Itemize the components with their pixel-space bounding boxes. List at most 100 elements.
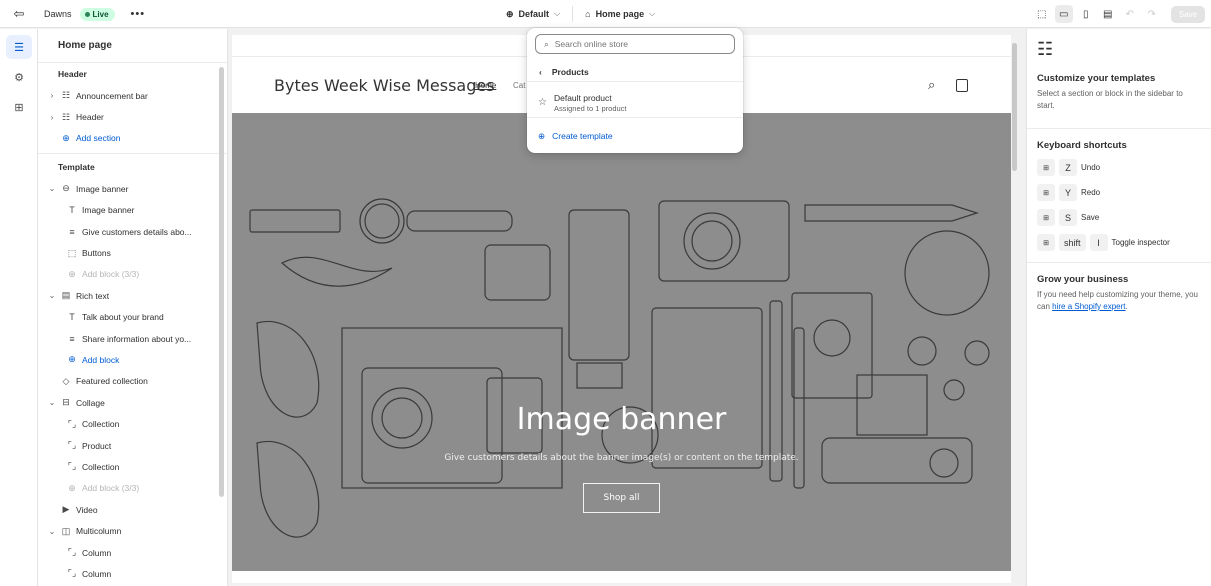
text-heading-icon: T [69, 312, 75, 323]
divider [572, 6, 574, 22]
block-label: Column [82, 568, 112, 579]
hire-expert-link[interactable]: hire a Shopify expert [1052, 302, 1125, 311]
full-width-view-icon[interactable]: ▤ [1099, 5, 1117, 23]
add-block-label: Add block [82, 354, 120, 365]
live-dot-icon [84, 11, 90, 17]
section-multicolumn[interactable]: ⌄ ◫ Multicolumn [38, 520, 227, 541]
section-label: Rich text [76, 290, 110, 301]
block-collection[interactable]: ⌜⌟ Collection [38, 456, 227, 477]
section-header[interactable]: › ☷ Header [38, 106, 227, 127]
undo-icon[interactable]: ↶ [1121, 5, 1139, 23]
plus-circle-icon: ⊕ [68, 482, 76, 493]
block-label: Share information about yo... [82, 333, 192, 344]
block-column[interactable]: ⌜⌟ Column [38, 563, 227, 584]
block-collection[interactable]: ⌜⌟ Collection [38, 413, 227, 434]
block-heading[interactable]: T Talk about your brand [38, 307, 227, 328]
page-context-button[interactable]: ⌂ Home page ⌵ [579, 6, 661, 22]
top-bar-center: ⊕ Default ⌵ ⌂ Home page ⌵ [500, 0, 661, 28]
block-buttons[interactable]: ⬚ Buttons [38, 242, 227, 263]
right-panel: ☷ Customize your templates Select a sect… [1026, 29, 1211, 586]
section-label: Announcement bar [76, 90, 148, 101]
search-input[interactable] [554, 39, 715, 49]
inspector-icon[interactable]: ⬚ [1033, 5, 1051, 23]
grow-section: Grow your business If you need help cust… [1027, 263, 1211, 313]
chevron-down-icon[interactable]: ⌄ [46, 527, 58, 536]
live-badge: Live [79, 7, 115, 21]
preview-scrollbar-thumb[interactable] [1012, 43, 1017, 171]
button-icon: ⬚ [67, 247, 77, 258]
text-heading-icon: T [69, 205, 75, 216]
chevron-down-icon[interactable]: ⌄ [46, 398, 58, 407]
settings-gear-icon[interactable]: ⚙ [6, 65, 32, 89]
exit-icon[interactable]: ⇦ [0, 0, 38, 28]
nav-link-home[interactable]: Home [475, 81, 496, 90]
block-product[interactable]: ⌜⌟ Product [38, 435, 227, 456]
section-image-banner[interactable]: ⌄ ⊖ Image banner [38, 178, 227, 199]
template-picker-dropdown: ⌕ ‹ Products ☆ Default product Assigned … [527, 28, 743, 153]
save-button[interactable]: Save [1170, 5, 1205, 23]
shop-all-button[interactable]: Shop all [583, 483, 660, 513]
search-field[interactable]: ⌕ [535, 34, 735, 54]
back-label: Products [551, 66, 589, 77]
plus-circle-icon: ⊕ [538, 130, 546, 141]
section-announcement-bar[interactable]: › ☷ Announcement bar [38, 85, 227, 106]
sidebar-title: Home page [38, 29, 227, 63]
template-group-label: Template [58, 162, 95, 173]
sidebar-scrollbar[interactable] [219, 67, 224, 497]
top-bar-left: ⇦ Dawns Live ••• [0, 0, 145, 28]
block-text[interactable]: ≡ Give customers details abo... [38, 221, 227, 242]
command-key: ⊞ [1037, 209, 1055, 226]
create-template-button[interactable]: ⊕ Create template [527, 126, 743, 146]
desktop-view-icon[interactable]: ▭ [1054, 5, 1073, 23]
redo-icon[interactable]: ↷ [1143, 5, 1161, 23]
block-heading[interactable]: T Image banner [38, 200, 227, 221]
block-label: Column [82, 547, 112, 558]
store-name[interactable]: Bytes Week Wise Messages [274, 76, 495, 95]
preview-scrollbar[interactable] [1011, 35, 1019, 583]
add-block-button[interactable]: ⊕ Add block [38, 349, 227, 370]
header-icon: ☷ [61, 111, 71, 122]
sections-icon[interactable]: ☰ [6, 35, 32, 59]
chevron-down-icon: ⌵ [649, 9, 656, 18]
section-video[interactable]: ▶ Video [38, 499, 227, 520]
add-block-label: Add block (3/3) [82, 483, 140, 494]
search-icon[interactable]: ⌕ [928, 77, 935, 93]
shortcut-save: ⊞ S Save [1037, 207, 1201, 228]
add-block-button-disabled[interactable]: ⊕ Add block (3/3) [38, 478, 227, 499]
banner-heading[interactable]: Image banner [232, 402, 1011, 437]
section-collage[interactable]: ⌄ ⊟ Collage [38, 392, 227, 413]
template-option-default-product[interactable]: ☆ Default product Assigned to 1 product [527, 88, 743, 118]
command-key: ⊞ [1037, 159, 1055, 176]
grow-text: If you need help customizing your theme,… [1037, 289, 1201, 313]
tag-icon: ◇ [62, 375, 70, 386]
nav-link-catalog[interactable]: Cat [513, 81, 525, 90]
block-label: Collection [82, 461, 120, 472]
section-label: Featured collection [76, 376, 148, 387]
shortcuts-section: Keyboard shortcuts ⊞ Z Undo ⊞ Y Redo ⊞ S… [1027, 129, 1211, 262]
columns-icon: ◫ [61, 525, 71, 536]
chevron-down-icon[interactable]: ⌄ [46, 184, 58, 193]
chevron-right-icon[interactable]: › [46, 113, 58, 122]
add-block-button-disabled[interactable]: ⊕ Add block (3/3) [38, 264, 227, 285]
chevron-down-icon[interactable]: ⌄ [46, 291, 58, 300]
block-column[interactable]: ⌜⌟ Column [38, 542, 227, 563]
search-icon: ⌕ [544, 38, 549, 49]
section-rich-text[interactable]: ⌄ ▤ Rich text [38, 285, 227, 306]
plus-circle-icon: ⊕ [68, 354, 76, 365]
template-context-button[interactable]: ⊕ Default ⌵ [500, 6, 566, 23]
add-section-button[interactable]: ⊕ Add section [38, 128, 227, 149]
mobile-view-icon[interactable]: ▯ [1077, 5, 1095, 23]
chevron-down-icon: ⌵ [554, 9, 561, 18]
image-banner[interactable]: Image banner Give customers details abou… [232, 113, 1011, 571]
chevron-right-icon[interactable]: › [46, 91, 58, 100]
banner-subtitle[interactable]: Give customers details about the banner … [232, 453, 1011, 463]
chevron-left-icon: ‹ [539, 66, 542, 77]
cart-icon[interactable] [956, 78, 968, 92]
section-featured-collection[interactable]: ◇ Featured collection [38, 371, 227, 392]
more-actions-button[interactable]: ••• [131, 8, 146, 20]
apps-icon[interactable]: ⊞ [6, 95, 32, 119]
back-to-products[interactable]: ‹ Products [527, 62, 743, 82]
block-text[interactable]: ≡ Share information about yo... [38, 328, 227, 349]
shortcut-action: Toggle inspector [1111, 238, 1170, 247]
block-label: Give customers details abo... [82, 226, 192, 237]
